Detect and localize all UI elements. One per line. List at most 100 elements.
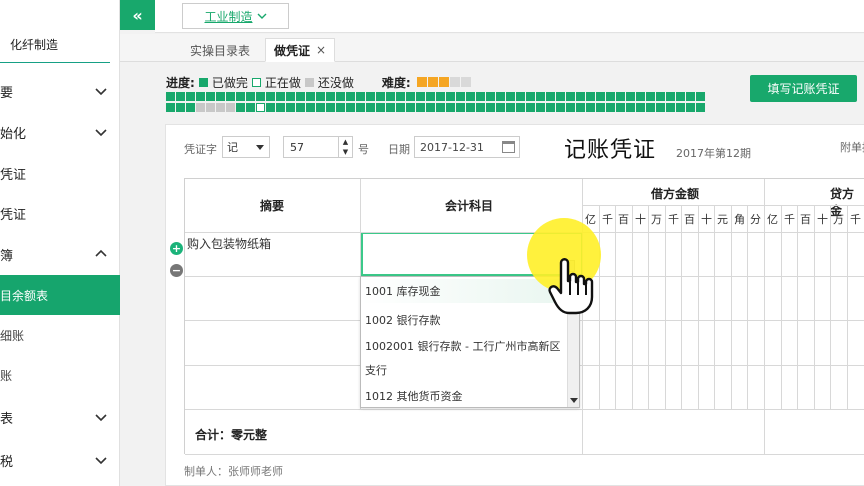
progress-cell[interactable] xyxy=(166,103,175,112)
row1-summary[interactable]: 购入包装物纸箱 xyxy=(187,235,271,252)
progress-cell[interactable] xyxy=(676,103,685,112)
progress-cell[interactable] xyxy=(396,103,405,112)
progress-cell[interactable] xyxy=(316,92,325,101)
progress-cell[interactable] xyxy=(436,92,445,101)
add-row-icon[interactable]: + xyxy=(170,242,183,255)
progress-cell[interactable] xyxy=(316,103,325,112)
calendar-icon[interactable] xyxy=(502,141,515,153)
industry-select-button[interactable]: 工业制造 xyxy=(182,3,289,29)
progress-cell[interactable] xyxy=(426,92,435,101)
progress-cell[interactable] xyxy=(536,92,545,101)
progress-cell[interactable] xyxy=(336,92,345,101)
tab-make-voucher[interactable]: 做凭证 × xyxy=(265,38,335,62)
progress-cell[interactable] xyxy=(166,92,175,101)
progress-cell[interactable] xyxy=(596,92,605,101)
sidebar-item-detail-ledger[interactable]: 细账 xyxy=(0,315,120,355)
progress-cell[interactable] xyxy=(386,92,395,101)
progress-cell[interactable] xyxy=(296,103,305,112)
progress-cell[interactable] xyxy=(616,92,625,101)
progress-cell[interactable] xyxy=(666,103,675,112)
sidebar-item-tax[interactable]: 税 xyxy=(0,440,120,480)
progress-cell[interactable] xyxy=(406,92,415,101)
progress-cell[interactable] xyxy=(346,103,355,112)
progress-cell[interactable] xyxy=(436,103,445,112)
voucher-number-stepper[interactable]: 57 ▲ ▼ xyxy=(283,136,353,158)
progress-cell[interactable] xyxy=(656,92,665,101)
progress-cell[interactable] xyxy=(276,103,285,112)
progress-cell[interactable] xyxy=(326,103,335,112)
progress-cell[interactable] xyxy=(246,92,255,101)
progress-cell[interactable] xyxy=(636,103,645,112)
progress-cell[interactable] xyxy=(526,92,535,101)
progress-cell[interactable] xyxy=(196,92,205,101)
progress-cell[interactable] xyxy=(186,92,195,101)
remove-row-icon[interactable]: − xyxy=(170,264,183,277)
sidebar-item-voucher-b[interactable]: 凭证 xyxy=(0,193,120,233)
progress-cell[interactable] xyxy=(586,92,595,101)
account-option[interactable]: 1002 银行存款 xyxy=(365,312,441,328)
progress-cell[interactable] xyxy=(196,103,205,112)
progress-cell[interactable] xyxy=(486,92,495,101)
progress-cell[interactable] xyxy=(426,103,435,112)
progress-cell[interactable] xyxy=(456,92,465,101)
progress-cell[interactable] xyxy=(516,92,525,101)
progress-cell[interactable] xyxy=(666,92,675,101)
progress-cell[interactable] xyxy=(176,92,185,101)
progress-cell[interactable] xyxy=(476,92,485,101)
progress-cell[interactable] xyxy=(646,92,655,101)
progress-cell[interactable] xyxy=(696,103,705,112)
progress-cell[interactable] xyxy=(506,103,515,112)
progress-cell[interactable] xyxy=(366,92,375,101)
sidebar-item-balance-sheet[interactable]: 目余额表 xyxy=(0,275,120,315)
fill-voucher-button[interactable]: 填写记账凭证 xyxy=(750,75,857,102)
progress-cell[interactable] xyxy=(526,103,535,112)
progress-cell[interactable] xyxy=(336,103,345,112)
progress-cell[interactable] xyxy=(626,92,635,101)
sidebar-item-summary[interactable]: 要 xyxy=(0,71,120,111)
progress-cell[interactable] xyxy=(546,103,555,112)
progress-cell[interactable] xyxy=(236,92,245,101)
progress-cell[interactable] xyxy=(636,92,645,101)
progress-cell[interactable] xyxy=(356,92,365,101)
sidebar-item-general-ledger[interactable]: 账 xyxy=(0,355,120,395)
progress-cell[interactable] xyxy=(296,92,305,101)
progress-cell[interactable] xyxy=(616,103,625,112)
progress-cell[interactable] xyxy=(286,92,295,101)
progress-cell[interactable] xyxy=(226,92,235,101)
account-option[interactable]: 1002001 银行存款 - 工行广州市高新区 xyxy=(365,338,560,354)
progress-cell[interactable] xyxy=(456,103,465,112)
progress-cell[interactable] xyxy=(556,92,565,101)
progress-cell[interactable] xyxy=(576,103,585,112)
progress-cell[interactable] xyxy=(206,92,215,101)
progress-cell[interactable] xyxy=(646,103,655,112)
progress-cell[interactable] xyxy=(356,103,365,112)
progress-cell[interactable] xyxy=(466,92,475,101)
progress-cell[interactable] xyxy=(546,92,555,101)
progress-cell[interactable] xyxy=(266,92,275,101)
progress-cell[interactable] xyxy=(376,92,385,101)
progress-cell[interactable] xyxy=(176,103,185,112)
progress-cell[interactable] xyxy=(246,103,255,112)
progress-cell[interactable] xyxy=(326,92,335,101)
progress-cell[interactable] xyxy=(606,103,615,112)
progress-cell[interactable] xyxy=(566,92,575,101)
progress-cell[interactable] xyxy=(596,103,605,112)
progress-cell[interactable] xyxy=(536,103,545,112)
progress-cell[interactable] xyxy=(466,103,475,112)
account-option[interactable]: 1012 其他货币资金 xyxy=(365,388,463,404)
scroll-down-icon[interactable] xyxy=(570,398,578,403)
progress-cell[interactable] xyxy=(186,103,195,112)
progress-cell[interactable] xyxy=(386,103,395,112)
sidebar-item-voucher-a[interactable]: 凭证 xyxy=(0,153,120,193)
progress-cell[interactable] xyxy=(506,92,515,101)
progress-cell[interactable] xyxy=(656,103,665,112)
progress-cell[interactable] xyxy=(686,103,695,112)
progress-cell[interactable] xyxy=(686,92,695,101)
progress-cell[interactable] xyxy=(236,103,245,112)
progress-cell[interactable] xyxy=(276,92,285,101)
progress-cell[interactable] xyxy=(226,103,235,112)
progress-cell[interactable] xyxy=(346,92,355,101)
progress-cell[interactable] xyxy=(306,92,315,101)
progress-cell[interactable] xyxy=(446,92,455,101)
progress-cell[interactable] xyxy=(516,103,525,112)
